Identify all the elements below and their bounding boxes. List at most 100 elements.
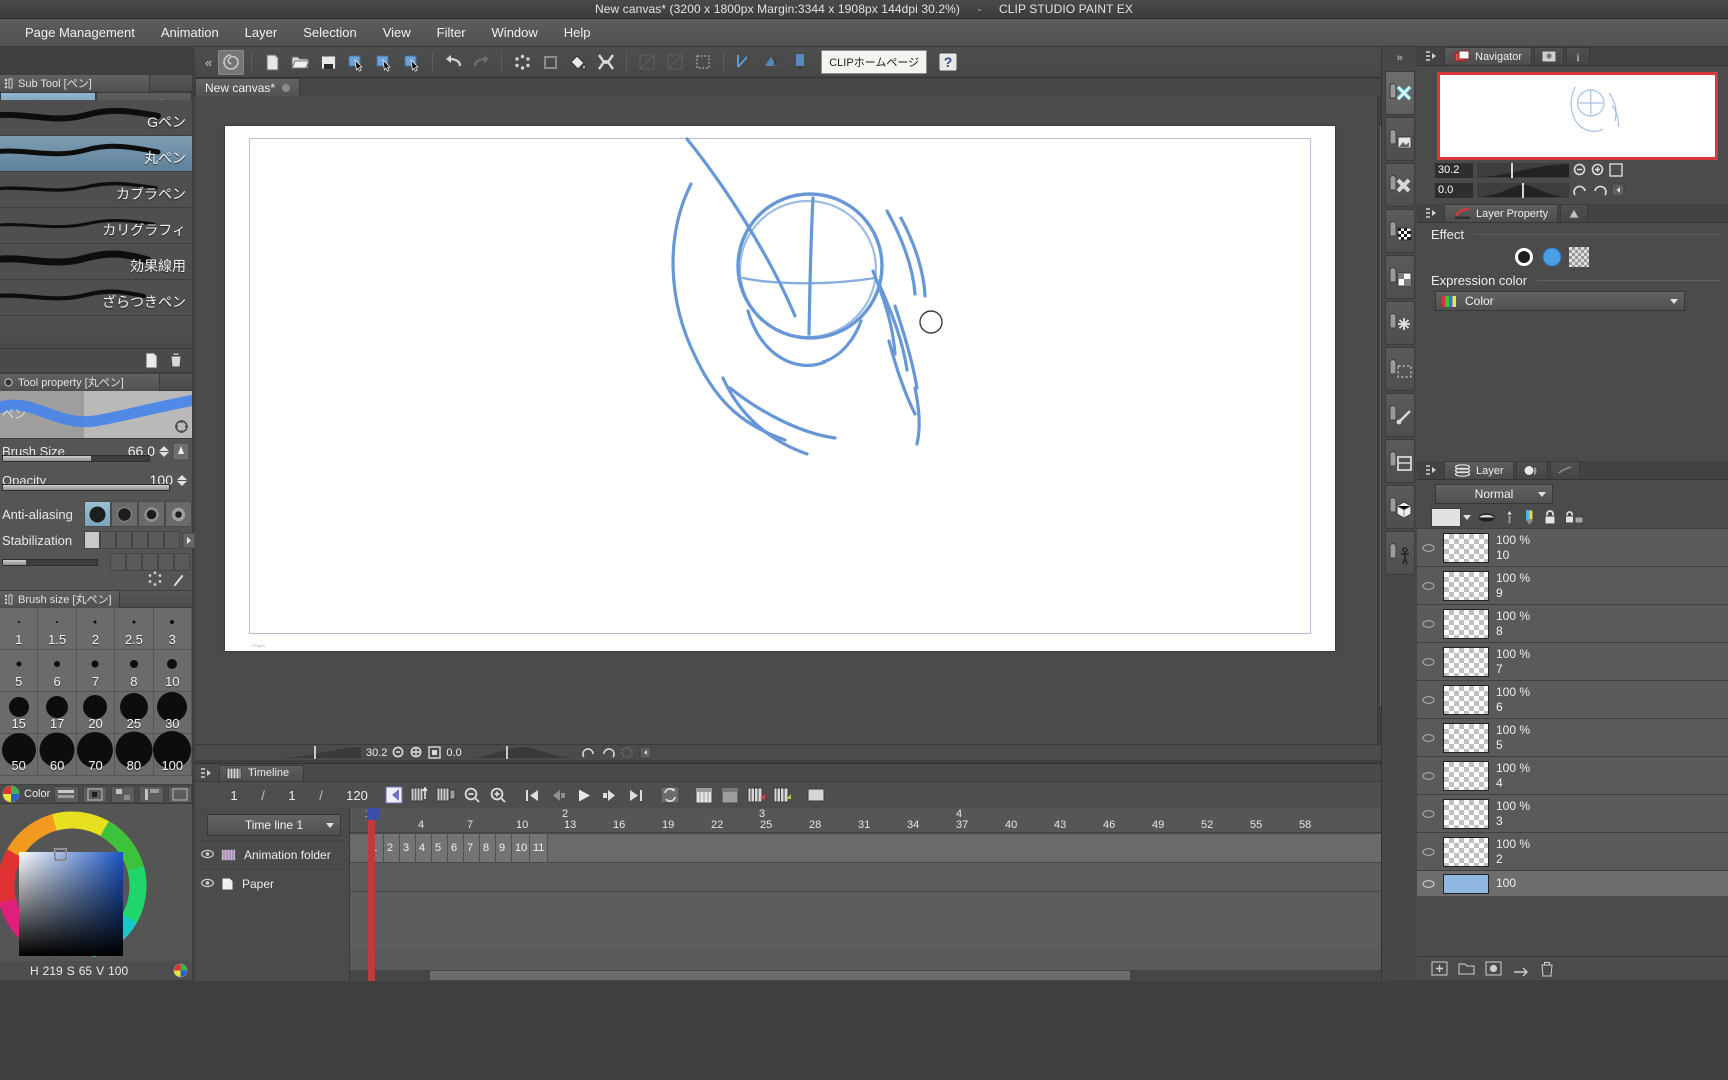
rail-button-new-layer-from-image[interactable] <box>1385 117 1415 161</box>
timeline-loop-start[interactable]: 1 <box>275 788 309 803</box>
layer-list-item[interactable]: 100 % 10 <box>1417 528 1728 566</box>
timeline-cel[interactable]: 2 <box>384 834 400 862</box>
brush-size-cell[interactable]: 100 <box>153 730 192 776</box>
chevron-down-icon[interactable] <box>1670 298 1678 304</box>
menu-item-layer[interactable]: Layer <box>232 21 291 44</box>
navigator-flip-icon[interactable] <box>1611 183 1625 197</box>
brush-size-cell[interactable]: 25 <box>115 692 154 734</box>
layer-list-item[interactable]: 100 % 8 <box>1417 604 1728 642</box>
layer-list-item[interactable]: 100 % 2 <box>1417 832 1728 870</box>
brush-size-panel-tab[interactable]: Brush size [丸ペン] <box>0 591 192 608</box>
stabilization-secondary-slider[interactable] <box>2 558 98 566</box>
stabilization-level-5[interactable] <box>164 531 180 549</box>
brush-size-stepper[interactable] <box>159 445 169 457</box>
color-history-tab-icon[interactable] <box>139 785 164 803</box>
chevron-down-icon[interactable] <box>1538 491 1546 497</box>
timeline-layer-icon[interactable] <box>803 784 829 806</box>
rotate-left-icon[interactable] <box>581 746 596 759</box>
rail-button-tone-layer[interactable] <box>1385 301 1415 345</box>
timeline-cel[interactable]: 11 <box>530 834 548 862</box>
menu-item-view[interactable]: View <box>370 21 424 44</box>
rail-button-3d-layer[interactable] <box>1385 485 1415 529</box>
navigator-zoom-out-icon[interactable] <box>1573 163 1587 177</box>
select-all-button[interactable] <box>690 50 716 75</box>
brush-size-cell[interactable]: 15 <box>0 692 39 734</box>
lock-and-mask-icon[interactable] <box>1564 509 1584 526</box>
rail-button-layer-folder[interactable] <box>1385 255 1415 299</box>
brush-size-cell[interactable]: 17 <box>38 692 77 734</box>
color-wheel-settings-icon[interactable] <box>173 963 188 978</box>
layer-list-item-selected[interactable]: 100 <box>1417 870 1728 896</box>
anti-aliasing-strong[interactable] <box>165 501 192 527</box>
play-icon[interactable] <box>571 784 597 806</box>
timeline-menu-icon[interactable] <box>200 767 213 779</box>
delete-layer-icon[interactable] <box>1539 961 1555 977</box>
open-file-button[interactable] <box>287 50 313 75</box>
eye-icon[interactable] <box>1417 879 1439 889</box>
brush-size-cell[interactable]: 2 <box>76 608 116 650</box>
layer-thumbnail[interactable] <box>1443 608 1489 639</box>
navigator-rotate-left-icon[interactable] <box>1573 183 1588 197</box>
mesh-transform-button[interactable] <box>634 50 660 75</box>
redo-button[interactable] <box>468 50 494 75</box>
stabilization-sec-2[interactable] <box>142 553 158 571</box>
brush-size-cell[interactable]: 60 <box>38 732 77 776</box>
brush-size-cell[interactable]: 2.5 <box>115 608 154 650</box>
rail-button-transparent-layer[interactable] <box>1385 209 1415 253</box>
timeline-cel[interactable]: 7 <box>464 834 480 862</box>
canvas-paper[interactable]: 1 Paper <box>225 126 1335 651</box>
rotation-curve-icon[interactable] <box>466 746 577 759</box>
timeline-row-paper[interactable]: Paper <box>195 869 349 898</box>
layer-thumbnail[interactable] <box>1443 836 1489 867</box>
layer-list-item[interactable]: 100 % 3 <box>1417 794 1728 832</box>
sub-tool-item-kabura-pen[interactable]: カブラペン <box>0 172 192 208</box>
eye-icon[interactable] <box>1417 543 1439 553</box>
toolbar-collapse-icon[interactable]: « <box>201 55 216 70</box>
stabilization-sec-4[interactable] <box>174 553 190 571</box>
timeline-cel[interactable]: 8 <box>480 834 496 862</box>
effect-border-button[interactable] <box>1513 246 1535 268</box>
timeline-current-frame[interactable]: 1 <box>217 788 251 803</box>
stabilization-level-0[interactable] <box>84 531 100 549</box>
layer-list-item[interactable]: 100 % 6 <box>1417 680 1728 718</box>
lock-layer-icon[interactable] <box>1542 509 1558 526</box>
timeline-horizontal-scrollbar[interactable] <box>350 970 1391 981</box>
timeline-zoom-in-icon[interactable] <box>485 784 511 806</box>
sub-tool-item-rough-pen[interactable]: ざらつきペン <box>0 280 192 316</box>
layer-property-tab[interactable]: Layer Property <box>1444 204 1559 222</box>
timeline-cel[interactable]: 5 <box>432 834 448 862</box>
onion-skin-icon[interactable] <box>691 784 717 806</box>
timeline-ruler[interactable]: 1 2 3 4 1 4 7 10 13 16 19 22 25 28 31 34 <box>350 808 1391 833</box>
menu-item-help[interactable]: Help <box>551 21 604 44</box>
eye-icon[interactable] <box>1417 581 1439 591</box>
fit-to-screen-icon[interactable] <box>428 746 442 759</box>
anti-aliasing-weak[interactable] <box>111 501 138 527</box>
sub-tool-panel-tab[interactable]: Sub Tool [ペン] <box>0 75 192 92</box>
reset-rotation-icon[interactable] <box>620 746 634 759</box>
layer-thumbnail[interactable] <box>1443 684 1489 715</box>
timeline-total-frames[interactable]: 120 <box>333 788 381 803</box>
rail-button-delete-layer[interactable] <box>1385 163 1415 207</box>
layer-list-item[interactable]: 100 % 7 <box>1417 642 1728 680</box>
anti-aliasing-row[interactable]: Anti-aliasing <box>0 500 205 528</box>
sub-tool-item-effect-line[interactable]: 効果線用 <box>0 244 192 280</box>
brush-size-cell[interactable]: 50 <box>0 732 39 776</box>
fill-selection-button[interactable] <box>537 50 563 75</box>
navigator-menu-icon[interactable] <box>1421 50 1442 62</box>
timeline-track-selector[interactable]: Time line 1 <box>207 814 341 836</box>
clip-studio-logo-button[interactable] <box>218 49 245 75</box>
reference-layer-icon[interactable] <box>1523 509 1536 526</box>
rail-button-3d-character-layer[interactable] <box>1385 531 1415 575</box>
menu-item-selection[interactable]: Selection <box>290 21 369 44</box>
delete-sub-tool-icon[interactable] <box>168 352 184 369</box>
navigator-fit-icon[interactable] <box>1609 163 1623 177</box>
brush-size-cell[interactable]: 5 <box>0 650 39 692</box>
new-animation-cel-icon[interactable] <box>717 784 743 806</box>
eye-icon[interactable] <box>1417 771 1439 781</box>
fill-bucket-button[interactable] <box>565 50 591 75</box>
layer-thumbnail[interactable] <box>1443 646 1489 677</box>
timeline-cel[interactable]: 6 <box>448 834 464 862</box>
stabilization-more-icon[interactable] <box>182 532 196 549</box>
brush-size-cell[interactable]: 8 <box>115 650 154 692</box>
layer-search-tab[interactable] <box>1549 461 1580 479</box>
